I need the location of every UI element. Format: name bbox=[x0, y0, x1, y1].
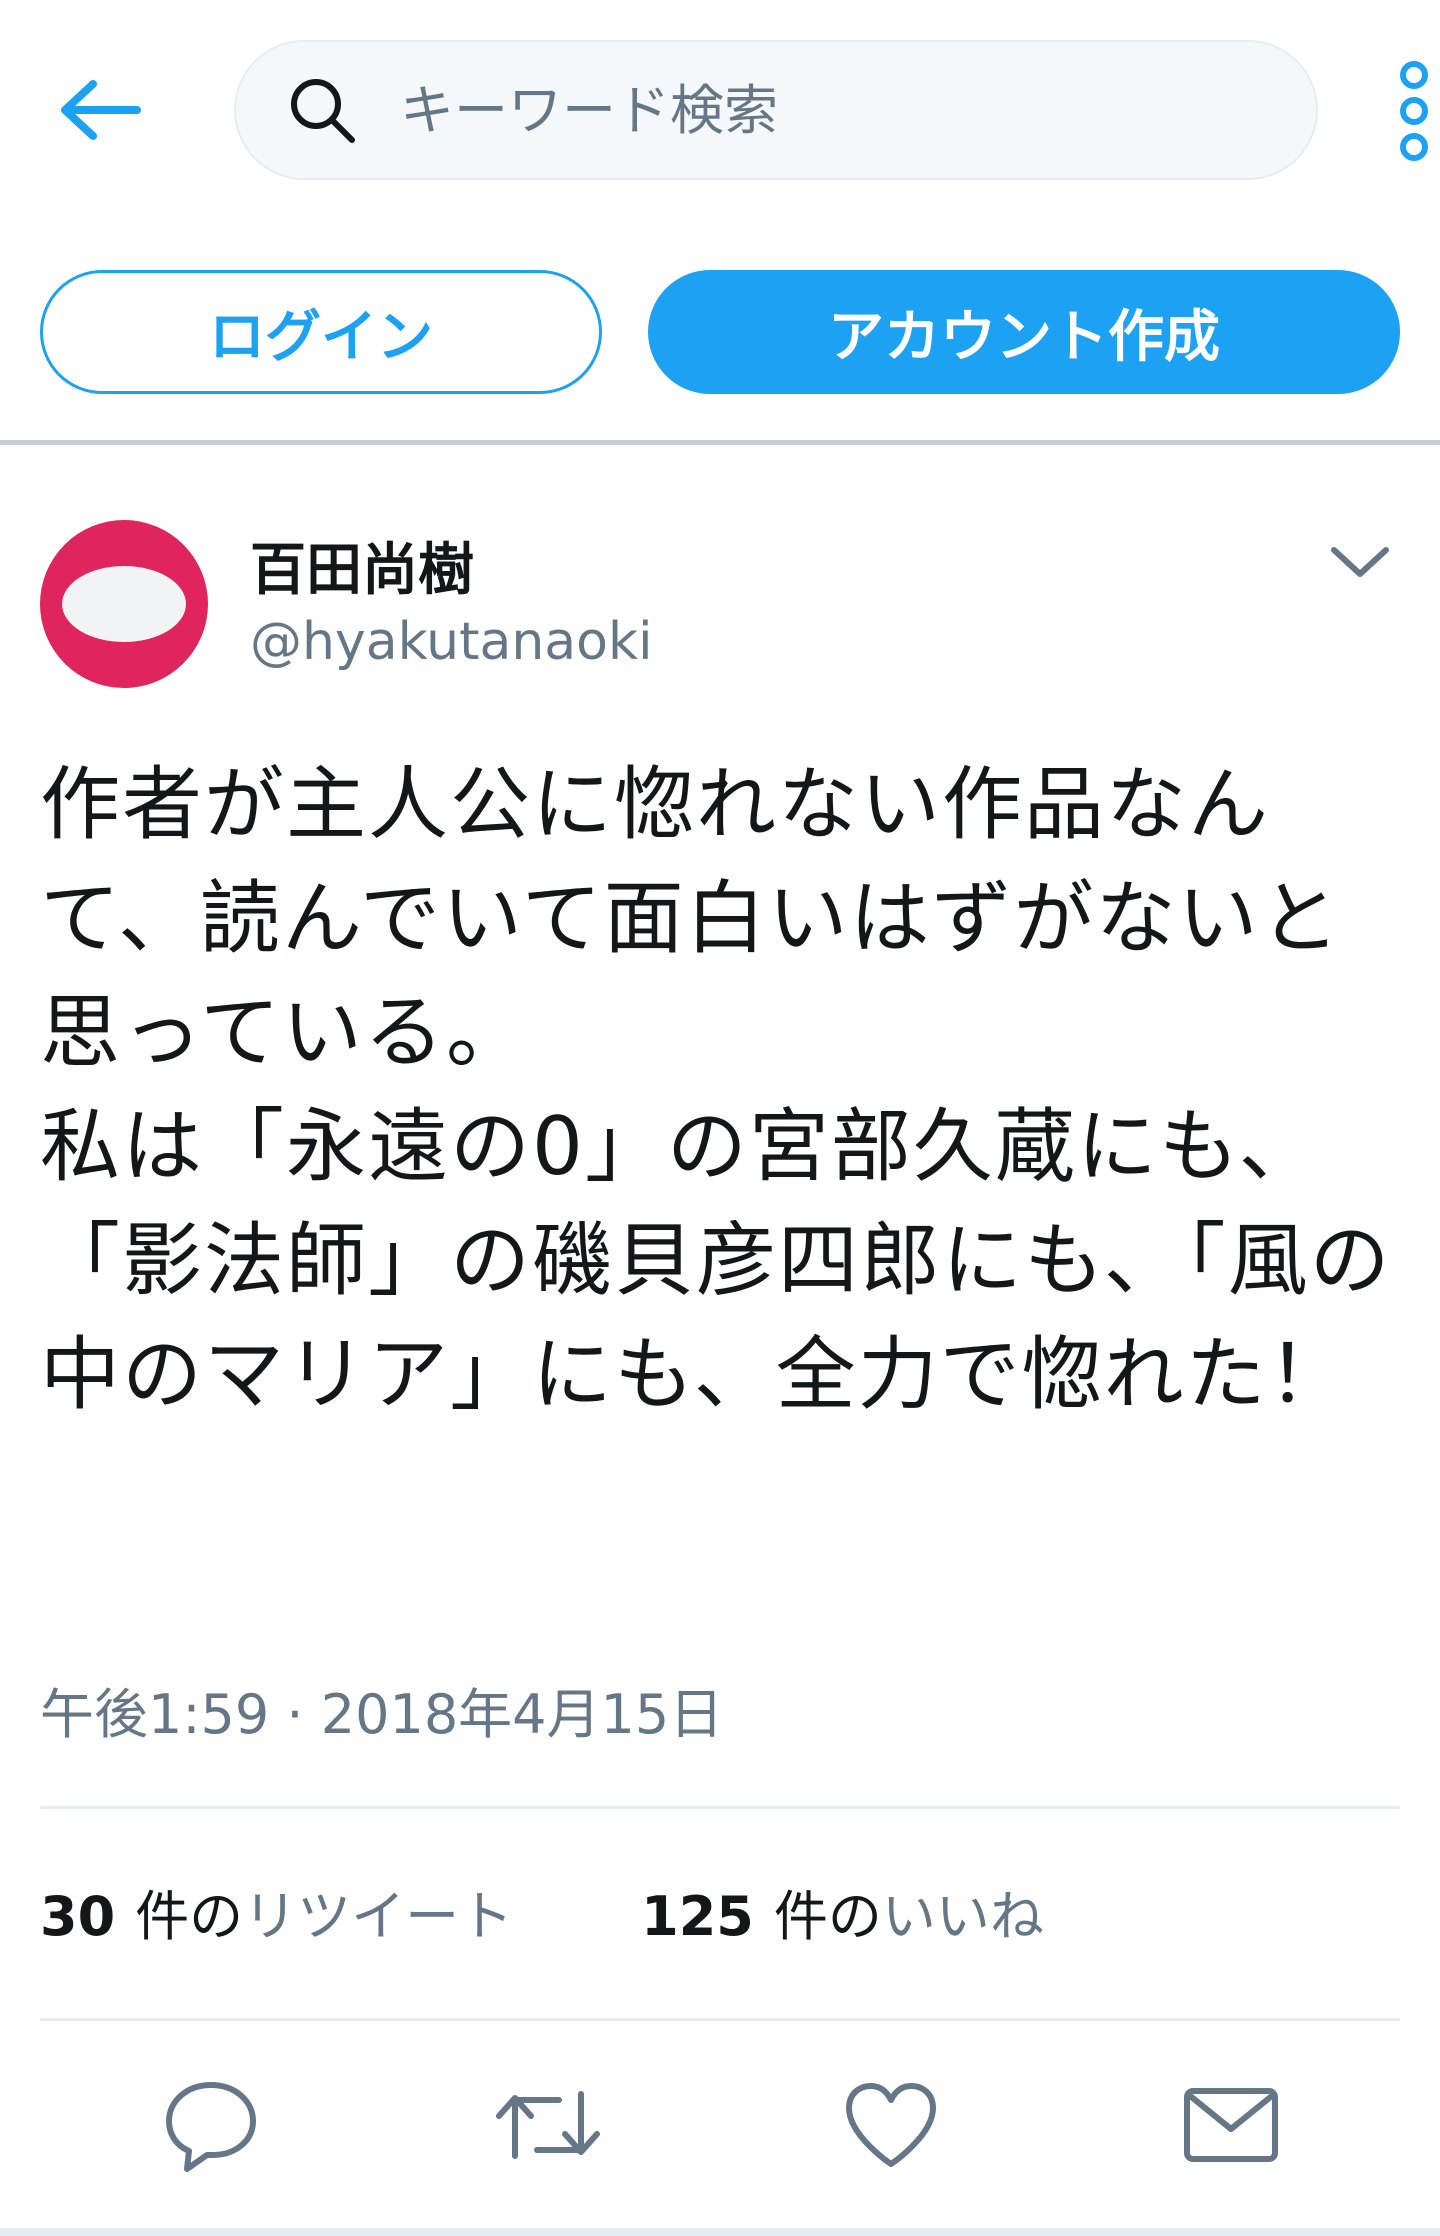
retweet-icon bbox=[496, 2091, 600, 2159]
top-bar bbox=[0, 0, 1440, 220]
retweet-count[interactable]: 30 件の リツイート bbox=[40, 1872, 513, 1951]
tweet-action-bar bbox=[0, 2050, 1440, 2190]
avatar-image bbox=[62, 566, 186, 642]
vertical-ellipsis-icon bbox=[1400, 61, 1428, 161]
retweet-button[interactable] bbox=[493, 2070, 603, 2180]
stats-divider-top bbox=[40, 1806, 1400, 1809]
heart-icon bbox=[846, 2083, 936, 2167]
reply-icon bbox=[166, 2082, 256, 2172]
tweet-menu-button[interactable] bbox=[1320, 530, 1400, 594]
more-options-button[interactable] bbox=[1388, 56, 1440, 166]
chevron-down-icon bbox=[1331, 547, 1389, 577]
like-count[interactable]: 125 件の いいね bbox=[641, 1872, 1044, 1951]
signup-button[interactable]: アカウント作成 bbox=[648, 270, 1400, 394]
like-count-label: いいね bbox=[881, 1885, 1044, 1948]
envelope-icon bbox=[1184, 2088, 1278, 2162]
arrow-left-icon bbox=[61, 80, 141, 140]
tweet-page: ログイン アカウント作成 百田尚樹 @hyakutanaoki 作者が主人公に惚… bbox=[0, 0, 1440, 2236]
retweet-count-unit: 件の bbox=[135, 1885, 244, 1948]
login-button[interactable]: ログイン bbox=[40, 270, 602, 394]
tweet-text: 作者が主人公に惚れない作品なんて、読んでいて面白いはずがないと思っている。 私は… bbox=[40, 758, 1392, 1421]
search-icon bbox=[286, 74, 358, 146]
like-count-unit: 件の bbox=[773, 1885, 882, 1948]
header-divider bbox=[0, 440, 1440, 445]
retweet-count-label: リツイート bbox=[243, 1885, 514, 1948]
search-input[interactable] bbox=[400, 60, 1280, 160]
stats-divider-bottom bbox=[40, 2018, 1400, 2021]
reply-button[interactable] bbox=[156, 2070, 266, 2180]
author-name[interactable]: 百田尚樹 bbox=[250, 525, 474, 606]
author-handle[interactable]: @hyakutanaoki bbox=[250, 612, 653, 672]
tweet-timestamp[interactable]: 午後1:59 · 2018年4月15日 bbox=[40, 1670, 723, 1749]
bottom-divider bbox=[0, 2228, 1440, 2236]
like-button[interactable] bbox=[836, 2070, 946, 2180]
search-box[interactable] bbox=[234, 40, 1318, 180]
avatar[interactable] bbox=[40, 520, 208, 688]
tweet-stats: 30 件の リツイート 125 件の いいね bbox=[40, 1872, 1044, 1951]
direct-message-button[interactable] bbox=[1176, 2070, 1286, 2180]
retweet-count-number: 30 bbox=[40, 1885, 116, 1948]
like-count-number: 125 bbox=[641, 1885, 754, 1948]
back-button[interactable] bbox=[50, 60, 150, 160]
